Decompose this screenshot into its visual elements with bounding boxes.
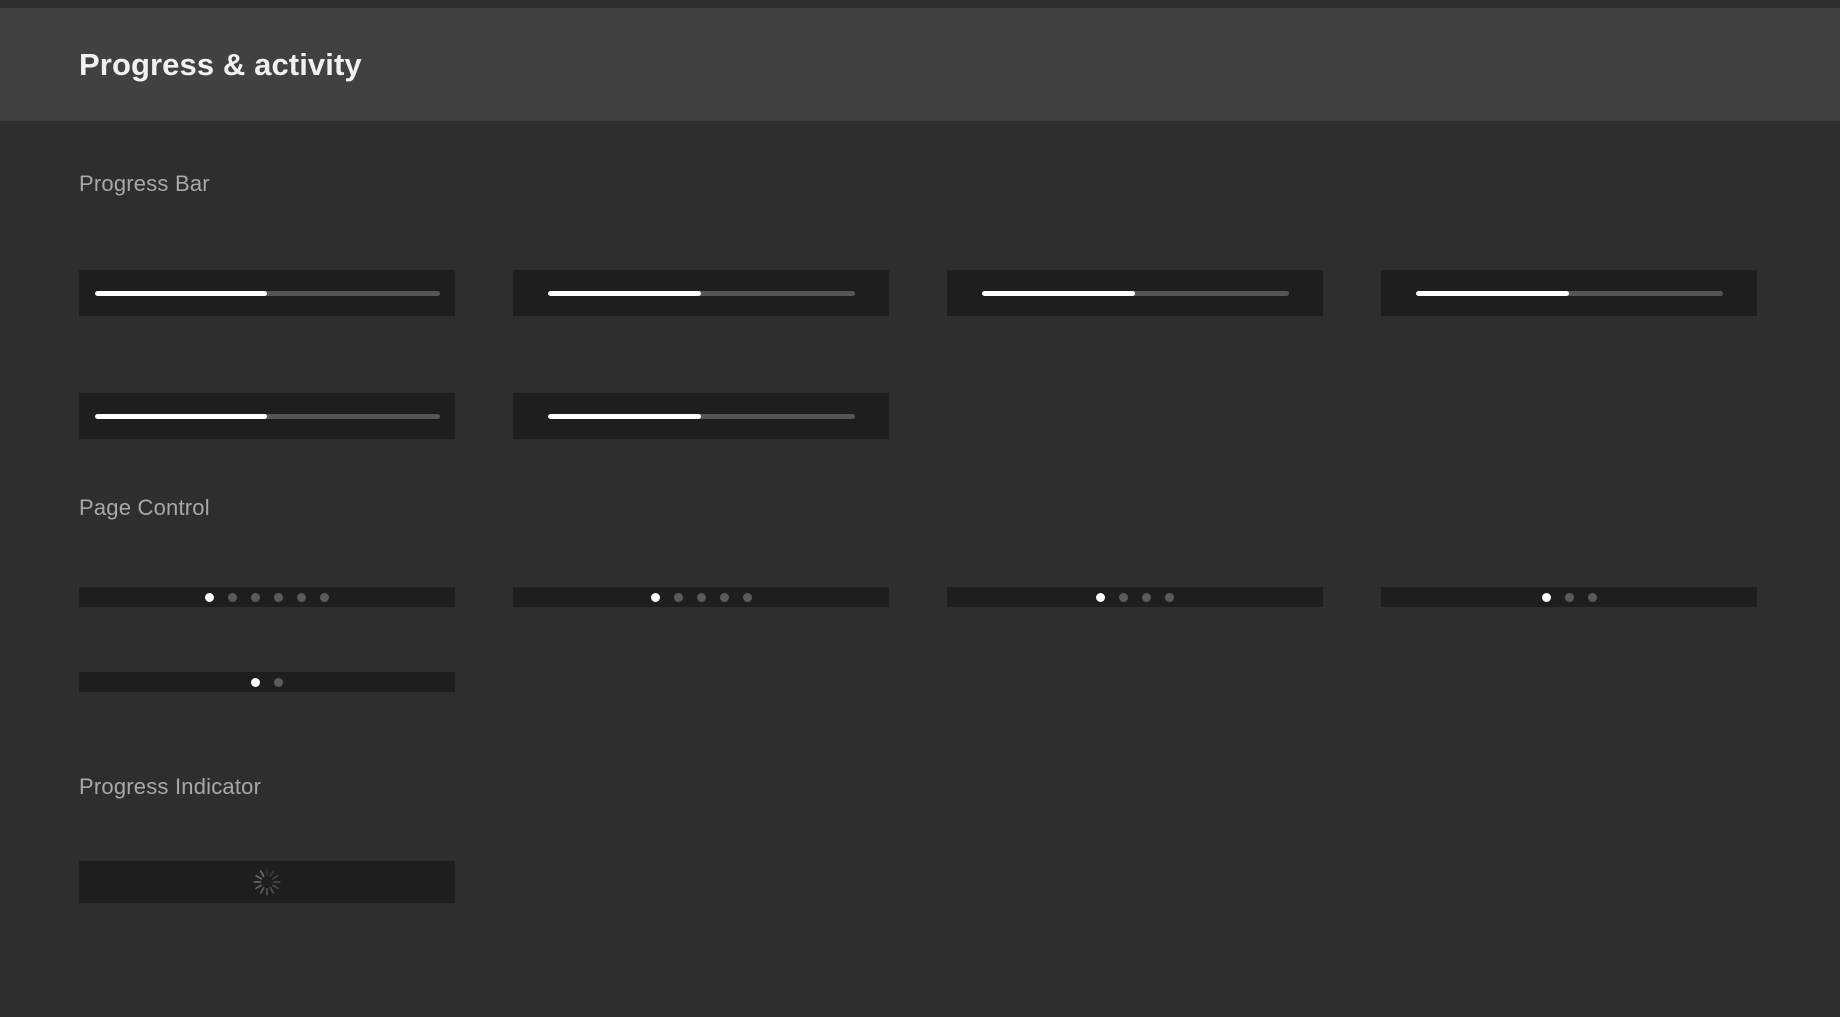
page-dot[interactable] xyxy=(742,592,752,602)
page-control-3[interactable] xyxy=(1096,592,1174,602)
progress-bar-3[interactable] xyxy=(981,290,1289,296)
page-dot[interactable] xyxy=(1119,592,1128,602)
page-dot[interactable] xyxy=(719,592,729,602)
section-progress-indicator: Progress Indicator xyxy=(0,724,1840,974)
progress-bar-fill xyxy=(94,290,267,296)
content-area: Progress Bar Page Control Progress Indic… xyxy=(0,121,1840,1008)
progress-bar-fill xyxy=(94,413,267,419)
progress-bar-card xyxy=(79,270,455,316)
page-dot-active[interactable] xyxy=(205,592,214,602)
activity-spinner-icon xyxy=(253,868,281,896)
page-dot[interactable] xyxy=(228,592,237,602)
page-title: Progress & activity xyxy=(79,46,362,82)
progress-bar-card xyxy=(947,270,1323,316)
progress-bar-2[interactable] xyxy=(547,290,855,296)
progress-bar-6[interactable] xyxy=(547,413,855,419)
progress-bar-4[interactable] xyxy=(1415,290,1723,296)
section-title-page-control: Page Control xyxy=(79,495,210,520)
page-dot[interactable] xyxy=(696,592,706,602)
section-title-progress-indicator: Progress Indicator xyxy=(79,774,262,799)
page-dot[interactable] xyxy=(673,592,683,602)
page-control-1[interactable] xyxy=(205,592,329,602)
page-dot-active[interactable] xyxy=(1096,592,1105,602)
app-window: Progress & activity Progress Bar Page Co… xyxy=(0,0,1840,1017)
page-dot-active[interactable] xyxy=(1541,592,1551,602)
page-control-card xyxy=(513,587,889,607)
page-dot[interactable] xyxy=(1587,592,1597,602)
progress-bar-card xyxy=(513,393,889,439)
page-dot[interactable] xyxy=(1564,592,1574,602)
page-control-5[interactable] xyxy=(251,677,283,687)
page-dot-active[interactable] xyxy=(650,592,660,602)
progress-bar-card xyxy=(513,270,889,316)
page-control-card xyxy=(79,672,455,692)
page-dot[interactable] xyxy=(274,592,283,602)
page-control-4[interactable] xyxy=(1541,592,1597,602)
page-control-row-2 xyxy=(79,672,455,692)
progress-bar-fill xyxy=(547,290,701,296)
section-title-progress-bar: Progress Bar xyxy=(79,171,210,196)
progress-bar-card xyxy=(1381,270,1757,316)
page-control-row-1 xyxy=(79,587,1757,607)
progress-bar-5[interactable] xyxy=(94,413,440,419)
progress-bar-fill xyxy=(981,290,1135,296)
progress-bar-card xyxy=(79,393,455,439)
page-control-card xyxy=(947,587,1323,607)
section-progress-bar: Progress Bar xyxy=(0,121,1840,461)
progress-bar-fill xyxy=(1415,290,1569,296)
progress-bar-row-2 xyxy=(79,393,889,439)
progress-indicator-row xyxy=(79,861,455,903)
window-header: Progress & activity xyxy=(0,8,1840,121)
page-dot[interactable] xyxy=(1165,592,1174,602)
page-control-2[interactable] xyxy=(650,592,752,602)
page-control-card xyxy=(1381,587,1757,607)
progress-bar-row-1 xyxy=(79,270,1757,316)
progress-bar-fill xyxy=(547,413,701,419)
progress-bar-1[interactable] xyxy=(94,290,440,296)
page-dot[interactable] xyxy=(1142,592,1151,602)
page-dot-active[interactable] xyxy=(251,677,260,687)
page-control-card xyxy=(79,587,455,607)
page-dot[interactable] xyxy=(297,592,306,602)
page-dot[interactable] xyxy=(274,677,283,687)
progress-indicator-card xyxy=(79,861,455,903)
page-dot[interactable] xyxy=(320,592,329,602)
page-dot[interactable] xyxy=(251,592,260,602)
section-page-control: Page Control xyxy=(0,445,1840,725)
